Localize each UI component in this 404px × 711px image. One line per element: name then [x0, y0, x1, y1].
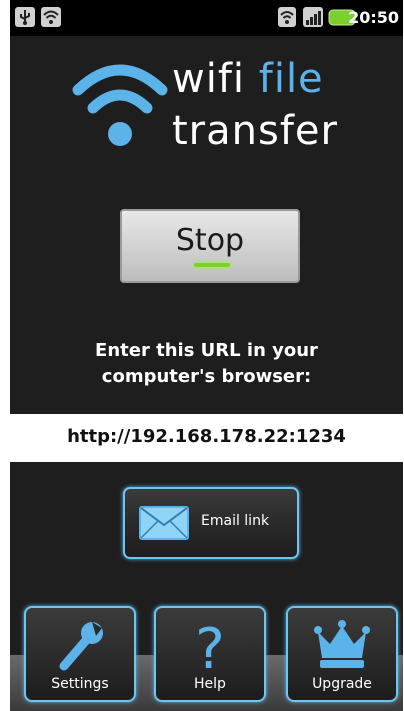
app-title-line1: wifi file: [172, 56, 324, 102]
question-icon: ?: [195, 617, 225, 672]
help-button[interactable]: ? Help: [154, 606, 266, 702]
stop-button-label: Stop: [175, 223, 245, 258]
server-url: http://192.168.178.22:1234: [67, 426, 346, 447]
settings-button[interactable]: Settings: [24, 606, 136, 702]
signal-icon: [303, 7, 323, 27]
email-link-label: Email link: [201, 513, 270, 529]
envelope-icon: [139, 506, 189, 540]
instruction-text: Enter this URL in your computer's browse…: [10, 338, 403, 390]
upgrade-button[interactable]: Upgrade: [286, 606, 398, 702]
svg-text:?: ?: [195, 617, 225, 672]
wifi-icon: [278, 7, 296, 27]
running-indicator: [194, 263, 230, 267]
status-time: 20:50: [348, 8, 399, 27]
app-title-file: file: [258, 56, 324, 102]
stop-button[interactable]: Stop: [120, 209, 300, 283]
app-title-wifi: wifi: [172, 56, 246, 102]
app-screen: 20:50 wifi file transfer Stop Enter this…: [10, 0, 403, 711]
wifi-icon: [41, 7, 61, 27]
upgrade-label: Upgrade: [312, 676, 372, 692]
crown-icon: [314, 620, 370, 668]
email-link-button[interactable]: Email link: [123, 487, 299, 559]
instruction-line1: Enter this URL in your: [95, 340, 318, 361]
help-label: Help: [194, 676, 226, 692]
instruction-line2: computer's browser:: [101, 366, 312, 387]
usb-icon: [15, 7, 35, 27]
app-title-transfer: transfer: [172, 108, 338, 154]
settings-label: Settings: [51, 676, 109, 692]
url-display: http://192.168.178.22:1234: [10, 414, 403, 462]
wrench-icon: [59, 622, 103, 671]
status-bar: 20:50: [10, 0, 403, 36]
